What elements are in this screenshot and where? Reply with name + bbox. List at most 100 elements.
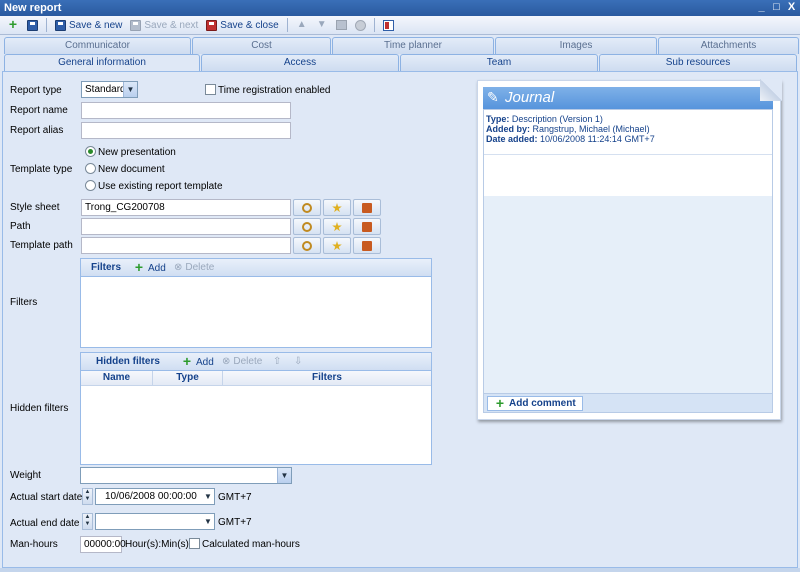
journal-panel: Journal ✎ Type: Description (Version 1) …	[477, 79, 782, 420]
tab-access[interactable]: Access	[201, 54, 399, 71]
path-label: Path	[10, 221, 31, 232]
tab-time-planner[interactable]: Time planner	[332, 37, 494, 54]
move-up-button[interactable]: ▲	[293, 17, 311, 34]
save-button[interactable]	[24, 17, 41, 34]
filters-panel-header: Filters + Add ⊗ Delete	[81, 259, 431, 277]
maximize-button[interactable]: □	[770, 1, 783, 14]
template-path-browse-button[interactable]	[293, 237, 321, 254]
star-icon	[332, 241, 342, 251]
filters-add-button[interactable]: + Add	[133, 259, 166, 275]
calculated-man-hours-checkbox[interactable]	[189, 538, 200, 549]
new-button[interactable]: +	[4, 17, 22, 34]
man-hours-input[interactable]: 00000:00	[80, 536, 126, 553]
add-comment-button[interactable]: + Add comment	[487, 396, 583, 411]
column-filters[interactable]: Filters	[223, 371, 431, 386]
tab-general-information[interactable]: General information	[4, 54, 200, 72]
clipboard-icon	[362, 241, 372, 251]
journal-entry: Type: Description (Version 1) Added by: …	[484, 110, 772, 154]
report-alias-label: Report alias	[10, 125, 64, 136]
delete-icon: ⊗	[222, 356, 231, 367]
hidden-filters-down-button[interactable]: ⇩	[294, 356, 302, 367]
report-name-input[interactable]	[81, 102, 291, 119]
journal-entry-content	[484, 154, 772, 196]
hidden-filters-up-button[interactable]: ⇧	[273, 356, 281, 367]
report-type-select[interactable]: Standard ▼	[81, 81, 138, 98]
chevron-down-icon: ▼	[277, 468, 291, 483]
window-titlebar: New report _ □ X	[0, 0, 800, 16]
start-date-label: Actual start date	[10, 492, 83, 503]
report-name-label: Report name	[10, 105, 68, 116]
hidden-filters-add-button[interactable]: + Add	[181, 354, 214, 368]
calculated-man-hours-label: Calculated man-hours	[202, 539, 300, 550]
clipboard-icon	[362, 222, 372, 232]
journal-body: Type: Description (Version 1) Added by: …	[483, 109, 773, 399]
minimize-button[interactable]: _	[755, 1, 768, 14]
hidden-filters-delete-button[interactable]: ⊗ Delete	[222, 356, 262, 367]
save-new-icon	[55, 19, 66, 31]
type-value: Description (Version 1)	[511, 114, 603, 124]
arrow-down-icon: ▼	[316, 19, 327, 30]
filters-label: Filters	[10, 297, 38, 308]
weight-select[interactable]: ▼	[80, 467, 292, 484]
added-by-label: Added by:	[486, 124, 530, 134]
end-date-spinner[interactable]: ▲ ▼	[82, 513, 93, 530]
radio-new-document[interactable]	[85, 163, 96, 174]
print-button[interactable]	[333, 17, 350, 34]
print-icon	[335, 20, 347, 30]
add-comment-label: Add comment	[509, 398, 576, 409]
journal-header: Journal	[483, 87, 773, 109]
report-alias-input[interactable]	[81, 122, 291, 139]
radio-new-presentation[interactable]	[85, 146, 96, 157]
template-path-favorite-button[interactable]	[323, 237, 351, 254]
tab-sub-resources[interactable]: Sub resources	[599, 54, 797, 71]
hidden-filters-panel: Hidden filters + Add ⊗ Delete ⇧ ⇩ Name Typ…	[80, 352, 432, 465]
path-input[interactable]	[81, 218, 291, 235]
magnifier-icon	[302, 203, 312, 213]
style-sheet-browse-button[interactable]	[293, 199, 321, 216]
tab-images[interactable]: Images	[495, 37, 657, 54]
column-type[interactable]: Type	[153, 371, 223, 386]
plus-icon: +	[134, 259, 144, 275]
man-hours-unit: Hour(s):Min(s)	[125, 539, 189, 550]
tab-attachments[interactable]: Attachments	[658, 37, 799, 54]
end-date-input[interactable]: ▼	[95, 513, 215, 530]
path-clear-button[interactable]	[353, 218, 381, 235]
time-registration-checkbox[interactable]	[205, 84, 216, 95]
magnifier-icon	[302, 222, 312, 232]
style-sheet-input[interactable]: Trong_CG200708	[81, 199, 291, 216]
radio-existing-template[interactable]	[85, 180, 96, 191]
filters-delete-button[interactable]: ⊗ Delete	[174, 262, 214, 273]
added-by-value: Rangstrup, Michael (Michael)	[532, 124, 650, 134]
style-sheet-clear-button[interactable]	[353, 199, 381, 216]
tab-communicator[interactable]: Communicator	[4, 37, 191, 54]
hidden-filters-label: Hidden filters	[10, 403, 69, 414]
column-name[interactable]: Name	[81, 371, 153, 386]
settings-button[interactable]	[352, 17, 369, 34]
general-information-panel: Report type Standard ▼ Time registration…	[2, 71, 798, 568]
save-close-button[interactable]: Save & close	[203, 17, 281, 34]
toolbar: + Save & new Save & next Save & close ▲ …	[0, 16, 800, 35]
delete-icon: ⊗	[174, 262, 183, 273]
move-down-button[interactable]: ▼	[313, 17, 331, 34]
type-label: Type:	[486, 114, 510, 124]
open-window-button[interactable]	[380, 17, 397, 34]
save-new-button[interactable]: Save & new	[52, 17, 125, 34]
chevron-down-icon: ▼	[204, 517, 212, 526]
weight-label: Weight	[10, 470, 41, 481]
template-path-input[interactable]	[81, 237, 291, 254]
save-icon	[27, 19, 38, 31]
tab-cost[interactable]: Cost	[192, 37, 331, 54]
tab-team[interactable]: Team	[400, 54, 598, 71]
close-button[interactable]: X	[785, 1, 798, 14]
template-path-clear-button[interactable]	[353, 237, 381, 254]
star-icon	[332, 203, 342, 213]
path-browse-button[interactable]	[293, 218, 321, 235]
start-date-input[interactable]: 10/06/2008 00:00:00 ▼	[95, 488, 215, 505]
start-date-spinner[interactable]: ▲ ▼	[82, 488, 93, 505]
save-next-button[interactable]: Save & next	[127, 17, 201, 34]
save-new-label: Save & new	[69, 19, 123, 31]
path-favorite-button[interactable]	[323, 218, 351, 235]
clipboard-icon	[362, 203, 372, 213]
style-sheet-favorite-button[interactable]	[323, 199, 351, 216]
save-next-label: Save & next	[144, 19, 199, 31]
